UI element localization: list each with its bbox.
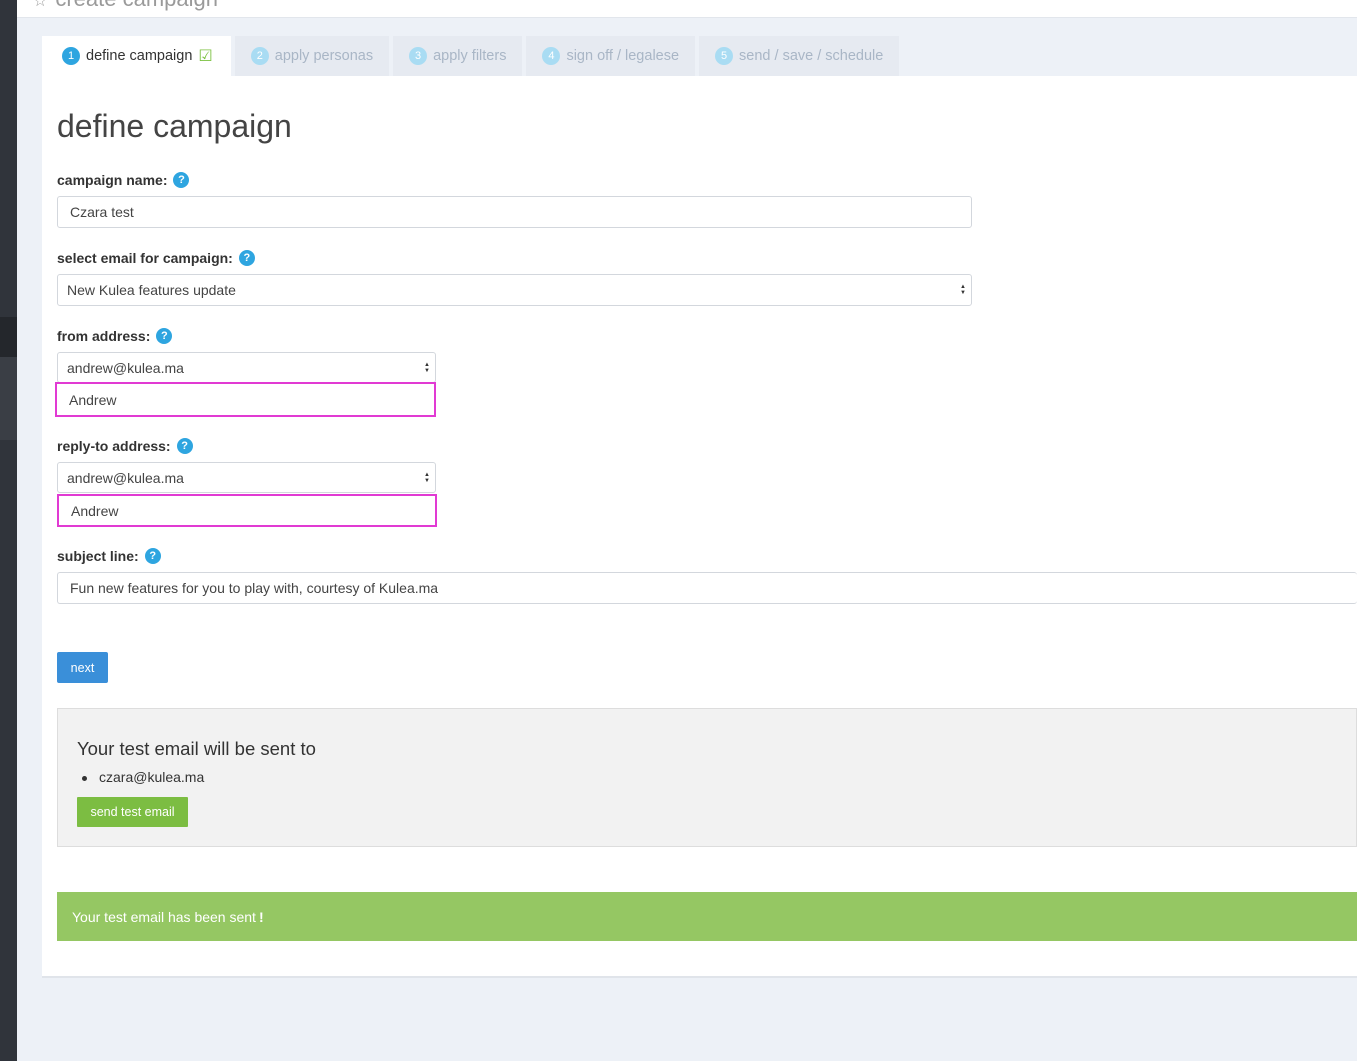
test-recipient-list: czara@kulea.ma bbox=[81, 769, 205, 785]
next-button[interactable]: next bbox=[57, 652, 108, 683]
subject-line-label-text: subject line: bbox=[57, 548, 139, 564]
test-email-box: Your test email will be sent to czara@ku… bbox=[57, 708, 1357, 847]
help-icon[interactable]: ? bbox=[176, 438, 193, 454]
check-icon: ☑ bbox=[198, 48, 213, 65]
select-email-label: select email for campaign: ? bbox=[57, 250, 255, 266]
select-email-dropdown[interactable]: New Kulea features update ▲ ▼ bbox=[57, 274, 972, 306]
step-number-badge: 3 bbox=[409, 47, 428, 65]
reply-to-address-value: andrew@kulea.ma bbox=[67, 469, 184, 486]
help-icon[interactable]: ? bbox=[156, 328, 173, 344]
wizard-tabs: 1 define campaign ☑ 2 apply personas 3 a… bbox=[42, 36, 903, 76]
tab-label: apply filters bbox=[433, 48, 507, 64]
campaign-name-input[interactable] bbox=[57, 196, 972, 228]
tab-label: define campaign bbox=[86, 48, 193, 64]
campaign-name-label: campaign name: ? bbox=[57, 172, 190, 188]
top-header: ☆ create campaign bbox=[17, 0, 1357, 18]
select-email-label-text: select email for campaign: bbox=[57, 250, 233, 266]
tab-label: sign off / legalese bbox=[566, 48, 680, 64]
sidebar bbox=[0, 0, 17, 1061]
select-arrows-icon: ▲ ▼ bbox=[424, 361, 430, 374]
sidebar-band[interactable] bbox=[0, 357, 17, 440]
select-arrows-icon: ▲ ▼ bbox=[960, 284, 966, 296]
tab-send-save-schedule[interactable]: 5 send / save / schedule bbox=[699, 36, 900, 76]
app-title-text: create campaign bbox=[55, 0, 218, 11]
reply-to-name-input[interactable] bbox=[57, 494, 437, 527]
alert-message: Your test email has been sent bbox=[72, 908, 256, 925]
test-email-title: Your test email will be sent to bbox=[77, 738, 316, 759]
tab-apply-filters[interactable]: 3 apply filters bbox=[393, 36, 523, 76]
from-address-dropdown[interactable]: andrew@kulea.ma ▲ ▼ bbox=[57, 352, 436, 383]
app-title: ☆ create campaign bbox=[33, 0, 218, 12]
tab-label: send / save / schedule bbox=[739, 48, 884, 64]
help-icon[interactable]: ? bbox=[238, 250, 255, 266]
tab-define-campaign[interactable]: 1 define campaign ☑ bbox=[42, 36, 231, 76]
main-panel: define campaign campaign name: ? select … bbox=[42, 76, 1357, 978]
tab-sign-off[interactable]: 4 sign off / legalese bbox=[526, 36, 696, 76]
tab-apply-personas[interactable]: 2 apply personas bbox=[234, 36, 390, 76]
step-number-badge: 5 bbox=[715, 47, 734, 65]
select-arrows-icon: ▲ ▼ bbox=[424, 471, 430, 484]
page-title: define campaign bbox=[57, 108, 292, 144]
campaign-name-label-text: campaign name: bbox=[57, 172, 168, 188]
alert-emphasis: ! bbox=[258, 908, 264, 925]
subject-line-label: subject line: ? bbox=[57, 548, 161, 564]
step-number-badge: 4 bbox=[542, 47, 561, 65]
select-email-value: New Kulea features update bbox=[67, 282, 236, 298]
from-address-label-text: from address: bbox=[57, 328, 151, 344]
reply-to-address-label-text: reply-to address: bbox=[57, 438, 171, 454]
step-number-badge: 2 bbox=[250, 47, 269, 65]
step-number-badge: 1 bbox=[62, 47, 80, 65]
star-icon: ☆ bbox=[33, 0, 48, 10]
from-name-input[interactable] bbox=[55, 382, 436, 417]
sidebar-active-band[interactable] bbox=[0, 317, 17, 357]
from-address-value: andrew@kulea.ma bbox=[67, 359, 184, 376]
tab-label: apply personas bbox=[274, 48, 374, 64]
help-icon[interactable]: ? bbox=[144, 548, 161, 564]
subject-line-input[interactable] bbox=[57, 572, 1357, 604]
from-address-label: from address: ? bbox=[57, 328, 173, 344]
help-icon[interactable]: ? bbox=[173, 172, 190, 188]
send-test-email-button[interactable]: send test email bbox=[77, 797, 188, 827]
list-item: czara@kulea.ma bbox=[81, 769, 205, 785]
reply-to-address-dropdown[interactable]: andrew@kulea.ma ▲ ▼ bbox=[57, 462, 436, 493]
success-alert: Your test email has been sent ! bbox=[57, 892, 1357, 941]
reply-to-address-label: reply-to address: ? bbox=[57, 438, 193, 454]
